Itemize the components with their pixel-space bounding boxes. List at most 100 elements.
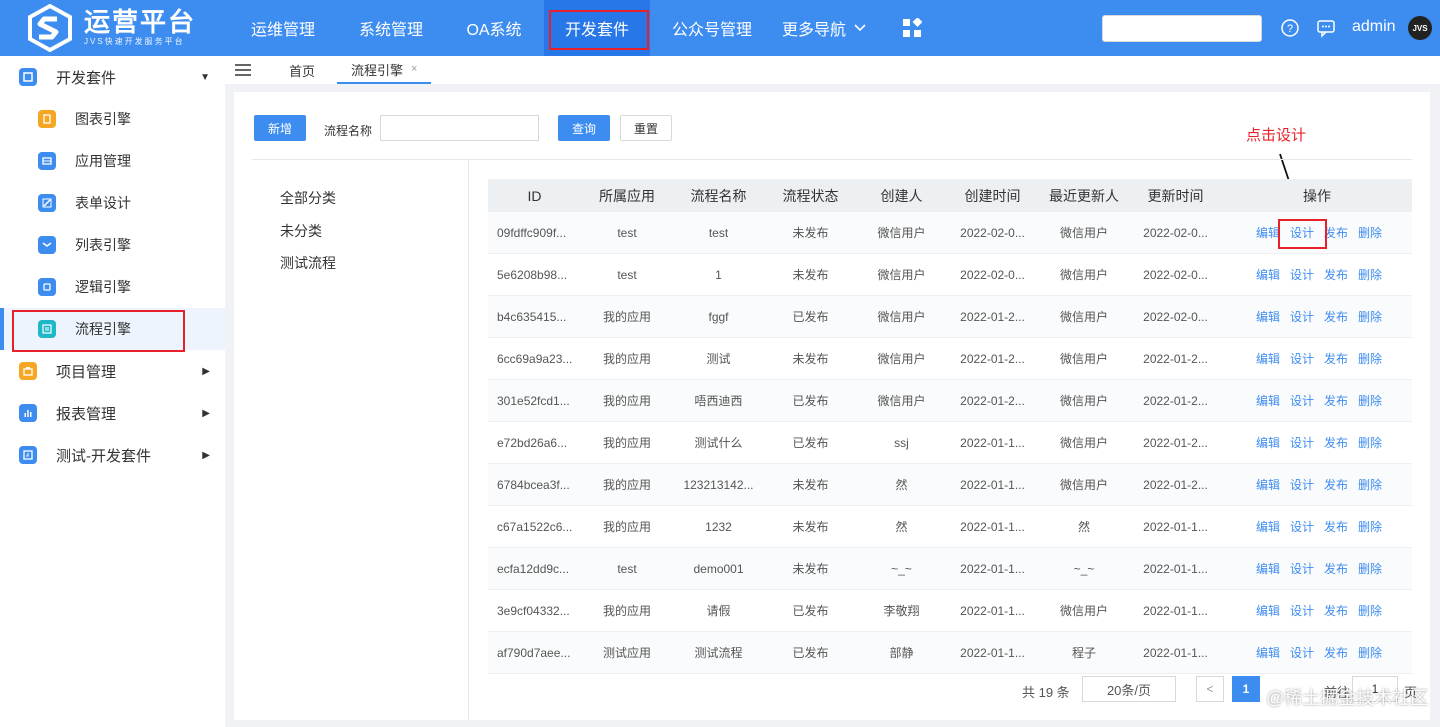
tab-flow-engine[interactable]: 流程引擎 × (337, 56, 432, 84)
edit-link[interactable]: 编辑 (1256, 518, 1280, 535)
design-link[interactable]: 设计 (1290, 350, 1314, 367)
suite-icon (19, 68, 37, 86)
design-link[interactable]: 设计 (1290, 308, 1314, 325)
publish-link[interactable]: 发布 (1324, 392, 1348, 409)
design-link[interactable]: 设计 (1290, 560, 1314, 577)
new-button[interactable]: 新增 (254, 115, 306, 141)
username[interactable]: admin (1352, 18, 1396, 36)
list-icon (38, 236, 56, 254)
page-size-select[interactable]: 20条/页 (1082, 676, 1176, 702)
test-suite-icon (19, 446, 37, 464)
page-button[interactable]: 1 (1232, 676, 1260, 702)
delete-link[interactable]: 删除 (1358, 644, 1382, 661)
delete-link[interactable]: 删除 (1358, 266, 1382, 283)
publish-link[interactable]: 发布 (1324, 602, 1348, 619)
column-header[interactable]: 更新时间 (1129, 186, 1222, 206)
category-uncategorized[interactable]: 未分类 (280, 221, 322, 241)
column-header[interactable]: ID (488, 188, 581, 204)
annotation-text: 点击设计 (1246, 127, 1307, 144)
edit-link[interactable]: 编辑 (1256, 266, 1280, 283)
close-icon[interactable]: × (411, 63, 417, 75)
brand-logo[interactable]: 运营平台 JVS快速开发服务平台 (0, 0, 220, 56)
column-header[interactable]: 流程名称 (673, 186, 764, 206)
publish-link[interactable]: 发布 (1324, 518, 1348, 535)
nav-official-account[interactable]: 公众号管理 (650, 0, 774, 56)
nav-oa[interactable]: OA系统 (444, 0, 544, 56)
prev-page-button[interactable]: < (1196, 676, 1224, 702)
design-link[interactable]: 设计 (1290, 476, 1314, 493)
column-header[interactable]: 流程状态 (764, 186, 857, 206)
table-cell: 6784bcea3f... (497, 477, 570, 492)
query-button[interactable]: 查询 (558, 115, 610, 141)
column-header[interactable]: 所属应用 (581, 186, 673, 206)
delete-link[interactable]: 删除 (1358, 308, 1382, 325)
delete-link[interactable]: 删除 (1358, 560, 1382, 577)
edit-link[interactable]: 编辑 (1256, 602, 1280, 619)
design-link[interactable]: 设计 (1290, 518, 1314, 535)
sidebar-item-app-manage[interactable]: 应用管理 (0, 140, 225, 182)
column-header[interactable]: 创建人 (857, 186, 946, 206)
publish-link[interactable]: 发布 (1324, 350, 1348, 367)
menu-toggle-icon[interactable] (225, 64, 261, 76)
publish-link[interactable]: 发布 (1324, 644, 1348, 661)
table-row: 3e9cf04332... 我的应用 请假 已发布 李敬翔 2022-01-1... 微信用… (488, 590, 1412, 632)
nav-more[interactable]: 更多导航 (774, 0, 874, 56)
sidebar-item-test-suite[interactable]: 测试-开发套件 ▶ (0, 434, 225, 476)
table-cell: 2022-01-1... (1143, 603, 1208, 618)
publish-link[interactable]: 发布 (1324, 476, 1348, 493)
table-cell: 测试应用 (602, 646, 651, 660)
sidebar-item-dev-suite[interactable]: 开发套件 ▼ (0, 56, 225, 98)
edit-link[interactable]: 编辑 (1256, 224, 1280, 241)
app-icon (38, 152, 56, 170)
edit-link[interactable]: 编辑 (1256, 350, 1280, 367)
delete-link[interactable]: 删除 (1358, 392, 1382, 409)
design-link[interactable]: 设计 (1290, 644, 1314, 661)
delete-link[interactable]: 删除 (1358, 434, 1382, 451)
edit-link[interactable]: 编辑 (1256, 434, 1280, 451)
publish-link[interactable]: 发布 (1324, 308, 1348, 325)
delete-link[interactable]: 删除 (1358, 476, 1382, 493)
design-link[interactable]: 设计 (1290, 434, 1314, 451)
delete-link[interactable]: 删除 (1358, 350, 1382, 367)
question-circle-icon[interactable]: ? (1279, 17, 1301, 39)
sidebar-item-project[interactable]: 项目管理 ▶ (0, 350, 225, 392)
edit-link[interactable]: 编辑 (1256, 476, 1280, 493)
divider (468, 159, 469, 720)
nav-system[interactable]: 系统管理 (338, 0, 444, 56)
nav-dev-suite[interactable]: 开发套件 (544, 0, 650, 56)
flow-name-label: 流程名称 (324, 124, 373, 138)
edit-link[interactable]: 编辑 (1256, 308, 1280, 325)
flow-name-input[interactable] (380, 115, 539, 141)
design-link[interactable]: 设计 (1290, 266, 1314, 283)
column-header[interactable]: 最近更新人 (1039, 186, 1129, 206)
sidebar-item-logic-engine[interactable]: 逻辑引擎 (0, 266, 225, 308)
publish-link[interactable]: 发布 (1324, 224, 1348, 241)
tab-home[interactable]: 首页 (275, 56, 329, 84)
delete-link[interactable]: 删除 (1358, 224, 1382, 241)
reset-button[interactable]: 重置 (620, 115, 672, 141)
edit-link[interactable]: 编辑 (1256, 392, 1280, 409)
delete-link[interactable]: 删除 (1358, 602, 1382, 619)
design-link[interactable]: 设计 (1290, 602, 1314, 619)
table-cell: test (708, 225, 729, 240)
avatar[interactable]: JVS (1408, 16, 1432, 40)
publish-link[interactable]: 发布 (1324, 434, 1348, 451)
publish-link[interactable]: 发布 (1324, 266, 1348, 283)
column-header[interactable]: 创建时间 (946, 186, 1039, 206)
table-cell: 已发布 (792, 394, 829, 408)
design-link[interactable]: 设计 (1290, 392, 1314, 409)
category-test-flow[interactable]: 测试流程 (280, 253, 336, 273)
chat-icon[interactable] (1315, 17, 1337, 39)
sidebar-item-chart-engine[interactable]: 图表引擎 (0, 98, 225, 140)
category-all[interactable]: 全部分类 (280, 188, 336, 208)
sidebar-item-report[interactable]: 报表管理 ▶ (0, 392, 225, 434)
delete-link[interactable]: 删除 (1358, 518, 1382, 535)
sidebar-item-form-design[interactable]: 表单设计 (0, 182, 225, 224)
sidebar-item-list-engine[interactable]: 列表引擎 (0, 224, 225, 266)
edit-link[interactable]: 编辑 (1256, 560, 1280, 577)
edit-link[interactable]: 编辑 (1256, 644, 1280, 661)
top-search-input[interactable] (1102, 15, 1262, 42)
publish-link[interactable]: 发布 (1324, 560, 1348, 577)
apps-grid-icon[interactable] (894, 0, 930, 56)
nav-ops[interactable]: 运维管理 (228, 0, 338, 56)
